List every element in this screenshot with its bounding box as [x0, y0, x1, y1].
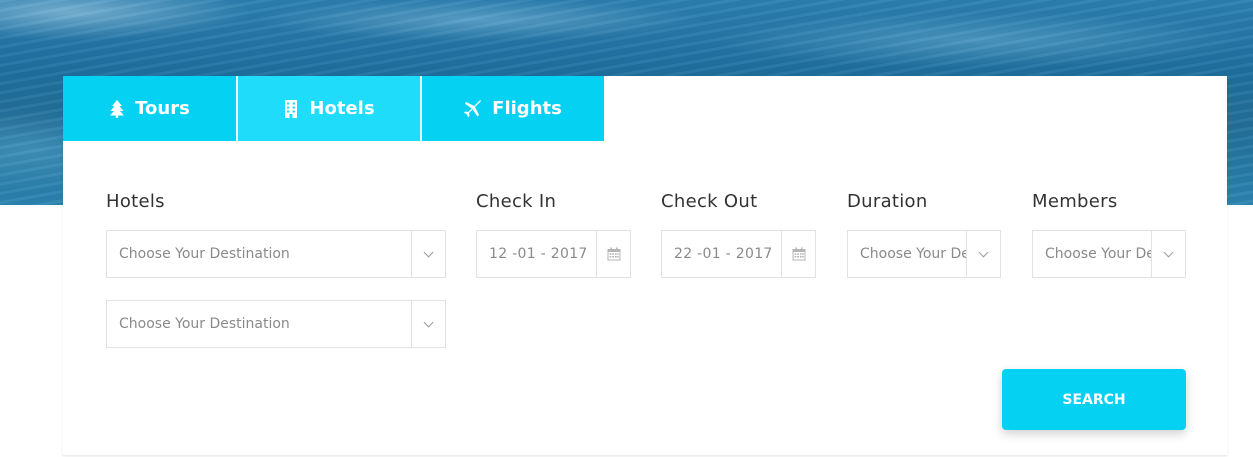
members-select-toggle[interactable] [1151, 231, 1185, 277]
chevron-down-icon [978, 247, 989, 257]
hotels-label: Hotels [106, 191, 165, 212]
check-in-date-field[interactable]: 12 -01 - 2017 [476, 230, 631, 278]
chevron-down-icon [423, 317, 434, 327]
duration-select-value: Choose Your De [860, 246, 966, 262]
check-in-calendar-button[interactable] [596, 231, 630, 277]
members-select[interactable]: Choose Your De [1032, 230, 1186, 278]
tab-tours-label: Tours [135, 98, 190, 119]
destination-select-toggle[interactable] [411, 231, 445, 277]
building-icon [285, 99, 298, 118]
check-out-calendar-button[interactable] [781, 231, 815, 277]
destination-select-secondary-toggle[interactable] [411, 301, 445, 347]
members-select-value: Choose Your De [1045, 246, 1151, 262]
check-in-label: Check In [476, 191, 557, 212]
destination-select-value: Choose Your Destination [119, 246, 290, 262]
calendar-icon [792, 247, 805, 261]
tab-hotels-label: Hotels [309, 98, 375, 119]
members-label: Members [1032, 191, 1118, 212]
plane-icon [464, 99, 482, 117]
check-out-date-field[interactable]: 22 -01 - 2017 [661, 230, 816, 278]
tab-hotels[interactable]: Hotels [236, 76, 420, 141]
tab-flights[interactable]: Flights [420, 76, 604, 141]
duration-select-toggle[interactable] [966, 231, 1000, 277]
booking-tabs: Tours Hotels Flights [63, 76, 604, 141]
tab-tours[interactable]: Tours [63, 76, 236, 141]
tree-icon [110, 99, 125, 118]
tab-flights-label: Flights [492, 98, 562, 119]
check-in-date-value: 12 -01 - 2017 [489, 246, 588, 262]
booking-search-card: Tours Hotels Flights Hotels Check In Che… [63, 76, 1227, 456]
calendar-icon [607, 247, 620, 261]
search-button[interactable]: SEARCH [1002, 369, 1186, 430]
check-out-date-value: 22 -01 - 2017 [674, 246, 773, 262]
check-out-label: Check Out [661, 191, 758, 212]
duration-select[interactable]: Choose Your De [847, 230, 1001, 278]
chevron-down-icon [423, 247, 434, 257]
destination-select[interactable]: Choose Your Destination [106, 230, 446, 278]
chevron-down-icon [1163, 247, 1174, 257]
destination-select-secondary[interactable]: Choose Your Destination [106, 300, 446, 348]
destination-select-secondary-value: Choose Your Destination [119, 316, 290, 332]
duration-label: Duration [847, 191, 928, 212]
